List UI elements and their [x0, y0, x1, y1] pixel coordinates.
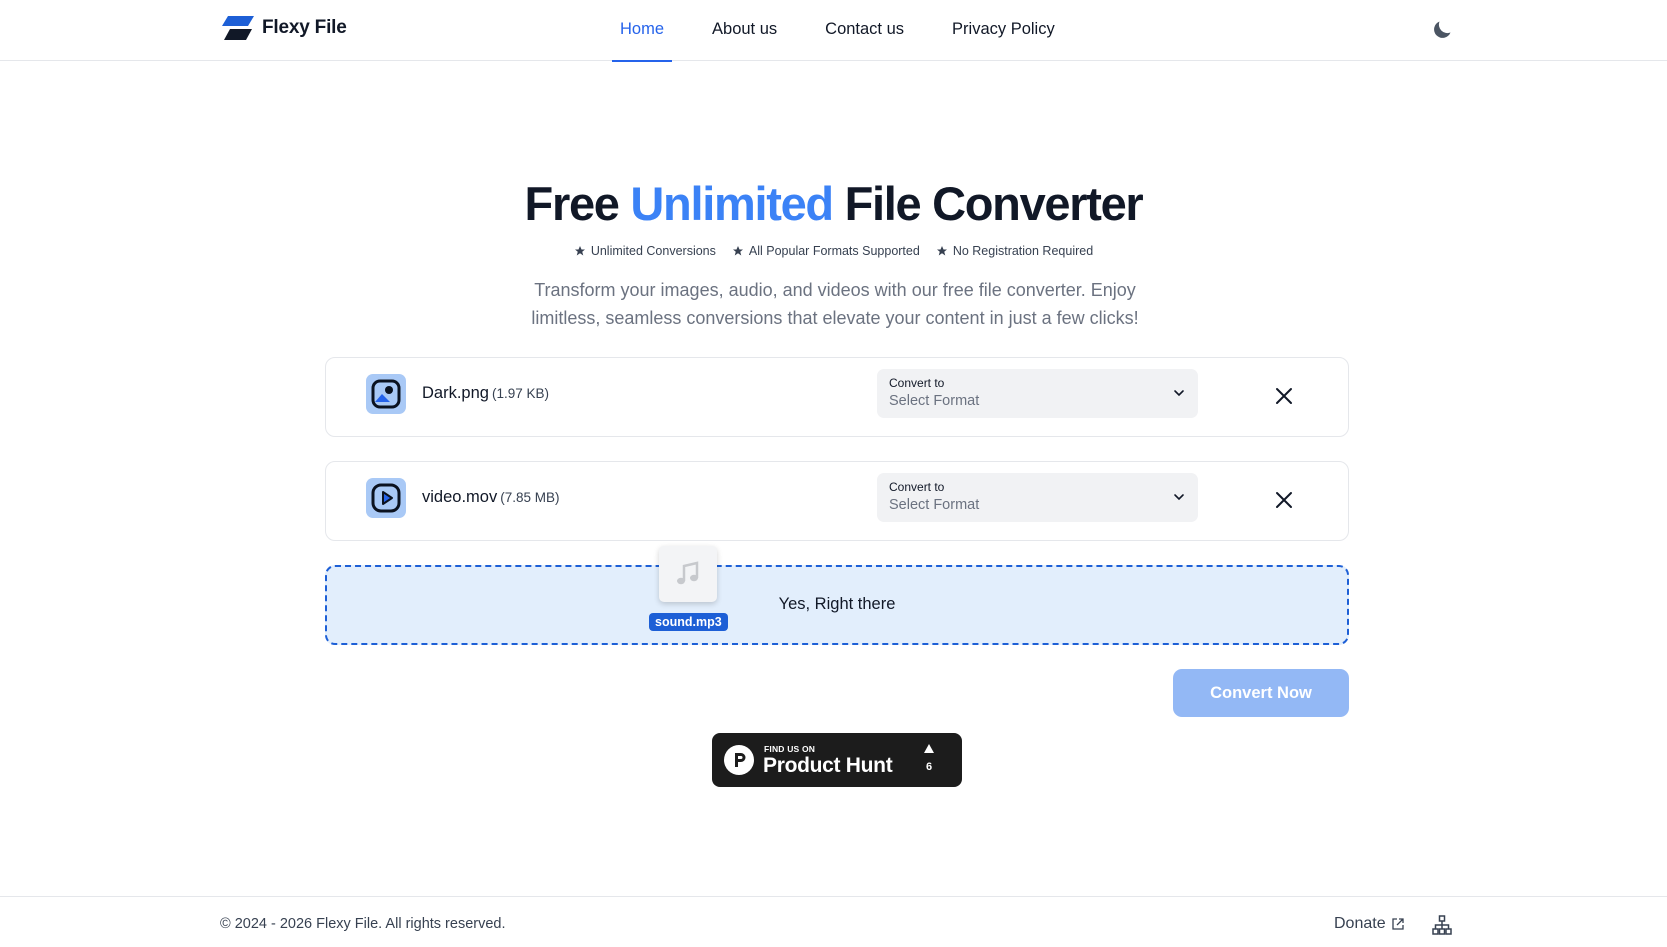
feature-item: No Registration Required — [936, 244, 1093, 258]
chevron-down-icon — [1174, 494, 1184, 501]
donate-link[interactable]: Donate — [1334, 915, 1405, 933]
moon-icon[interactable] — [1430, 18, 1454, 42]
file-size: (7.85 MB) — [500, 490, 560, 505]
site-footer: © 2024 - 2026 Flexy File. All rights res… — [0, 896, 1667, 947]
dragged-file[interactable] — [659, 546, 717, 602]
brand-logo[interactable]: Flexy File — [220, 14, 347, 42]
convert-now-button[interactable]: Convert Now — [1173, 669, 1349, 717]
product-hunt-logo-icon — [724, 745, 754, 775]
main-nav: Home About us Contact us Privacy Policy — [612, 0, 1095, 62]
music-note-icon — [677, 561, 699, 585]
page-title: Free Unlimited File Converter — [0, 176, 1667, 231]
feature-label: Unlimited Conversions — [590, 244, 716, 258]
ph-find-us-on: FIND US ON — [764, 744, 816, 754]
nav-privacy-policy[interactable]: Privacy Policy — [944, 0, 1063, 61]
format-placeholder: Select Format — [889, 393, 980, 409]
file-name-text: video.mov — [422, 488, 498, 506]
file-name: video.mov (7.85 MB) — [422, 488, 559, 507]
product-hunt-badge[interactable]: FIND US ON Product Hunt 6 — [712, 733, 962, 787]
image-file-icon — [366, 374, 406, 414]
format-select[interactable]: Convert to Select Format — [877, 473, 1198, 522]
nav-contact-us[interactable]: Contact us — [817, 0, 912, 61]
site-header: Flexy File Home About us Contact us Priv… — [0, 0, 1667, 62]
star-icon — [732, 246, 743, 256]
nav-home[interactable]: Home — [612, 0, 673, 62]
brand-name: Flexy File — [262, 17, 347, 38]
title-unlimited: Unlimited — [630, 177, 834, 230]
external-link-icon — [1391, 918, 1404, 930]
format-select[interactable]: Convert to Select Format — [877, 369, 1198, 418]
file-name: Dark.png (1.97 KB) — [422, 384, 549, 403]
ph-product-hunt: Product Hunt — [763, 754, 893, 777]
file-dropzone[interactable]: Yes, Right there — [325, 565, 1349, 645]
copyright-text: © 2024 - 2026 Flexy File. All rights res… — [220, 916, 506, 932]
file-card: video.mov (7.85 MB) Convert to Select For… — [325, 461, 1349, 541]
close-icon[interactable] — [1272, 384, 1296, 408]
star-icon — [936, 246, 947, 256]
title-file-converter: File Converter — [844, 177, 1144, 230]
feature-list: Unlimited Conversions All Popular Format… — [0, 244, 1667, 258]
convert-to-label: Convert to — [889, 480, 945, 494]
dragged-file-name: sound.mp3 — [649, 613, 728, 631]
feature-item: Unlimited Conversions — [574, 244, 716, 258]
video-file-icon — [366, 478, 406, 518]
format-placeholder: Select Format — [889, 497, 980, 513]
nav-about-us[interactable]: About us — [704, 0, 785, 61]
file-card: Dark.png (1.97 KB) Convert to Select Form… — [325, 357, 1349, 437]
flexy-logo-icon — [222, 16, 254, 40]
feature-label: No Registration Required — [952, 244, 1094, 258]
star-icon — [574, 246, 585, 256]
title-free: Free — [524, 177, 620, 230]
feature-item: All Popular Formats Supported — [732, 244, 920, 258]
chevron-down-icon — [1174, 390, 1184, 397]
hero-subtitle: Transform your images, audio, and videos… — [531, 280, 1139, 328]
feature-label: All Popular Formats Supported — [748, 244, 920, 258]
close-icon[interactable] — [1272, 488, 1296, 512]
dropzone-text: Yes, Right there — [778, 595, 896, 613]
upvote-triangle-icon — [924, 744, 934, 753]
ph-upvote-count: 6 — [925, 761, 933, 773]
file-name-text: Dark.png — [422, 384, 489, 402]
convert-to-label: Convert to — [889, 376, 945, 390]
sitemap-icon[interactable] — [1432, 915, 1452, 935]
donate-label: Donate — [1334, 915, 1386, 932]
file-size: (1.97 KB) — [491, 386, 549, 401]
